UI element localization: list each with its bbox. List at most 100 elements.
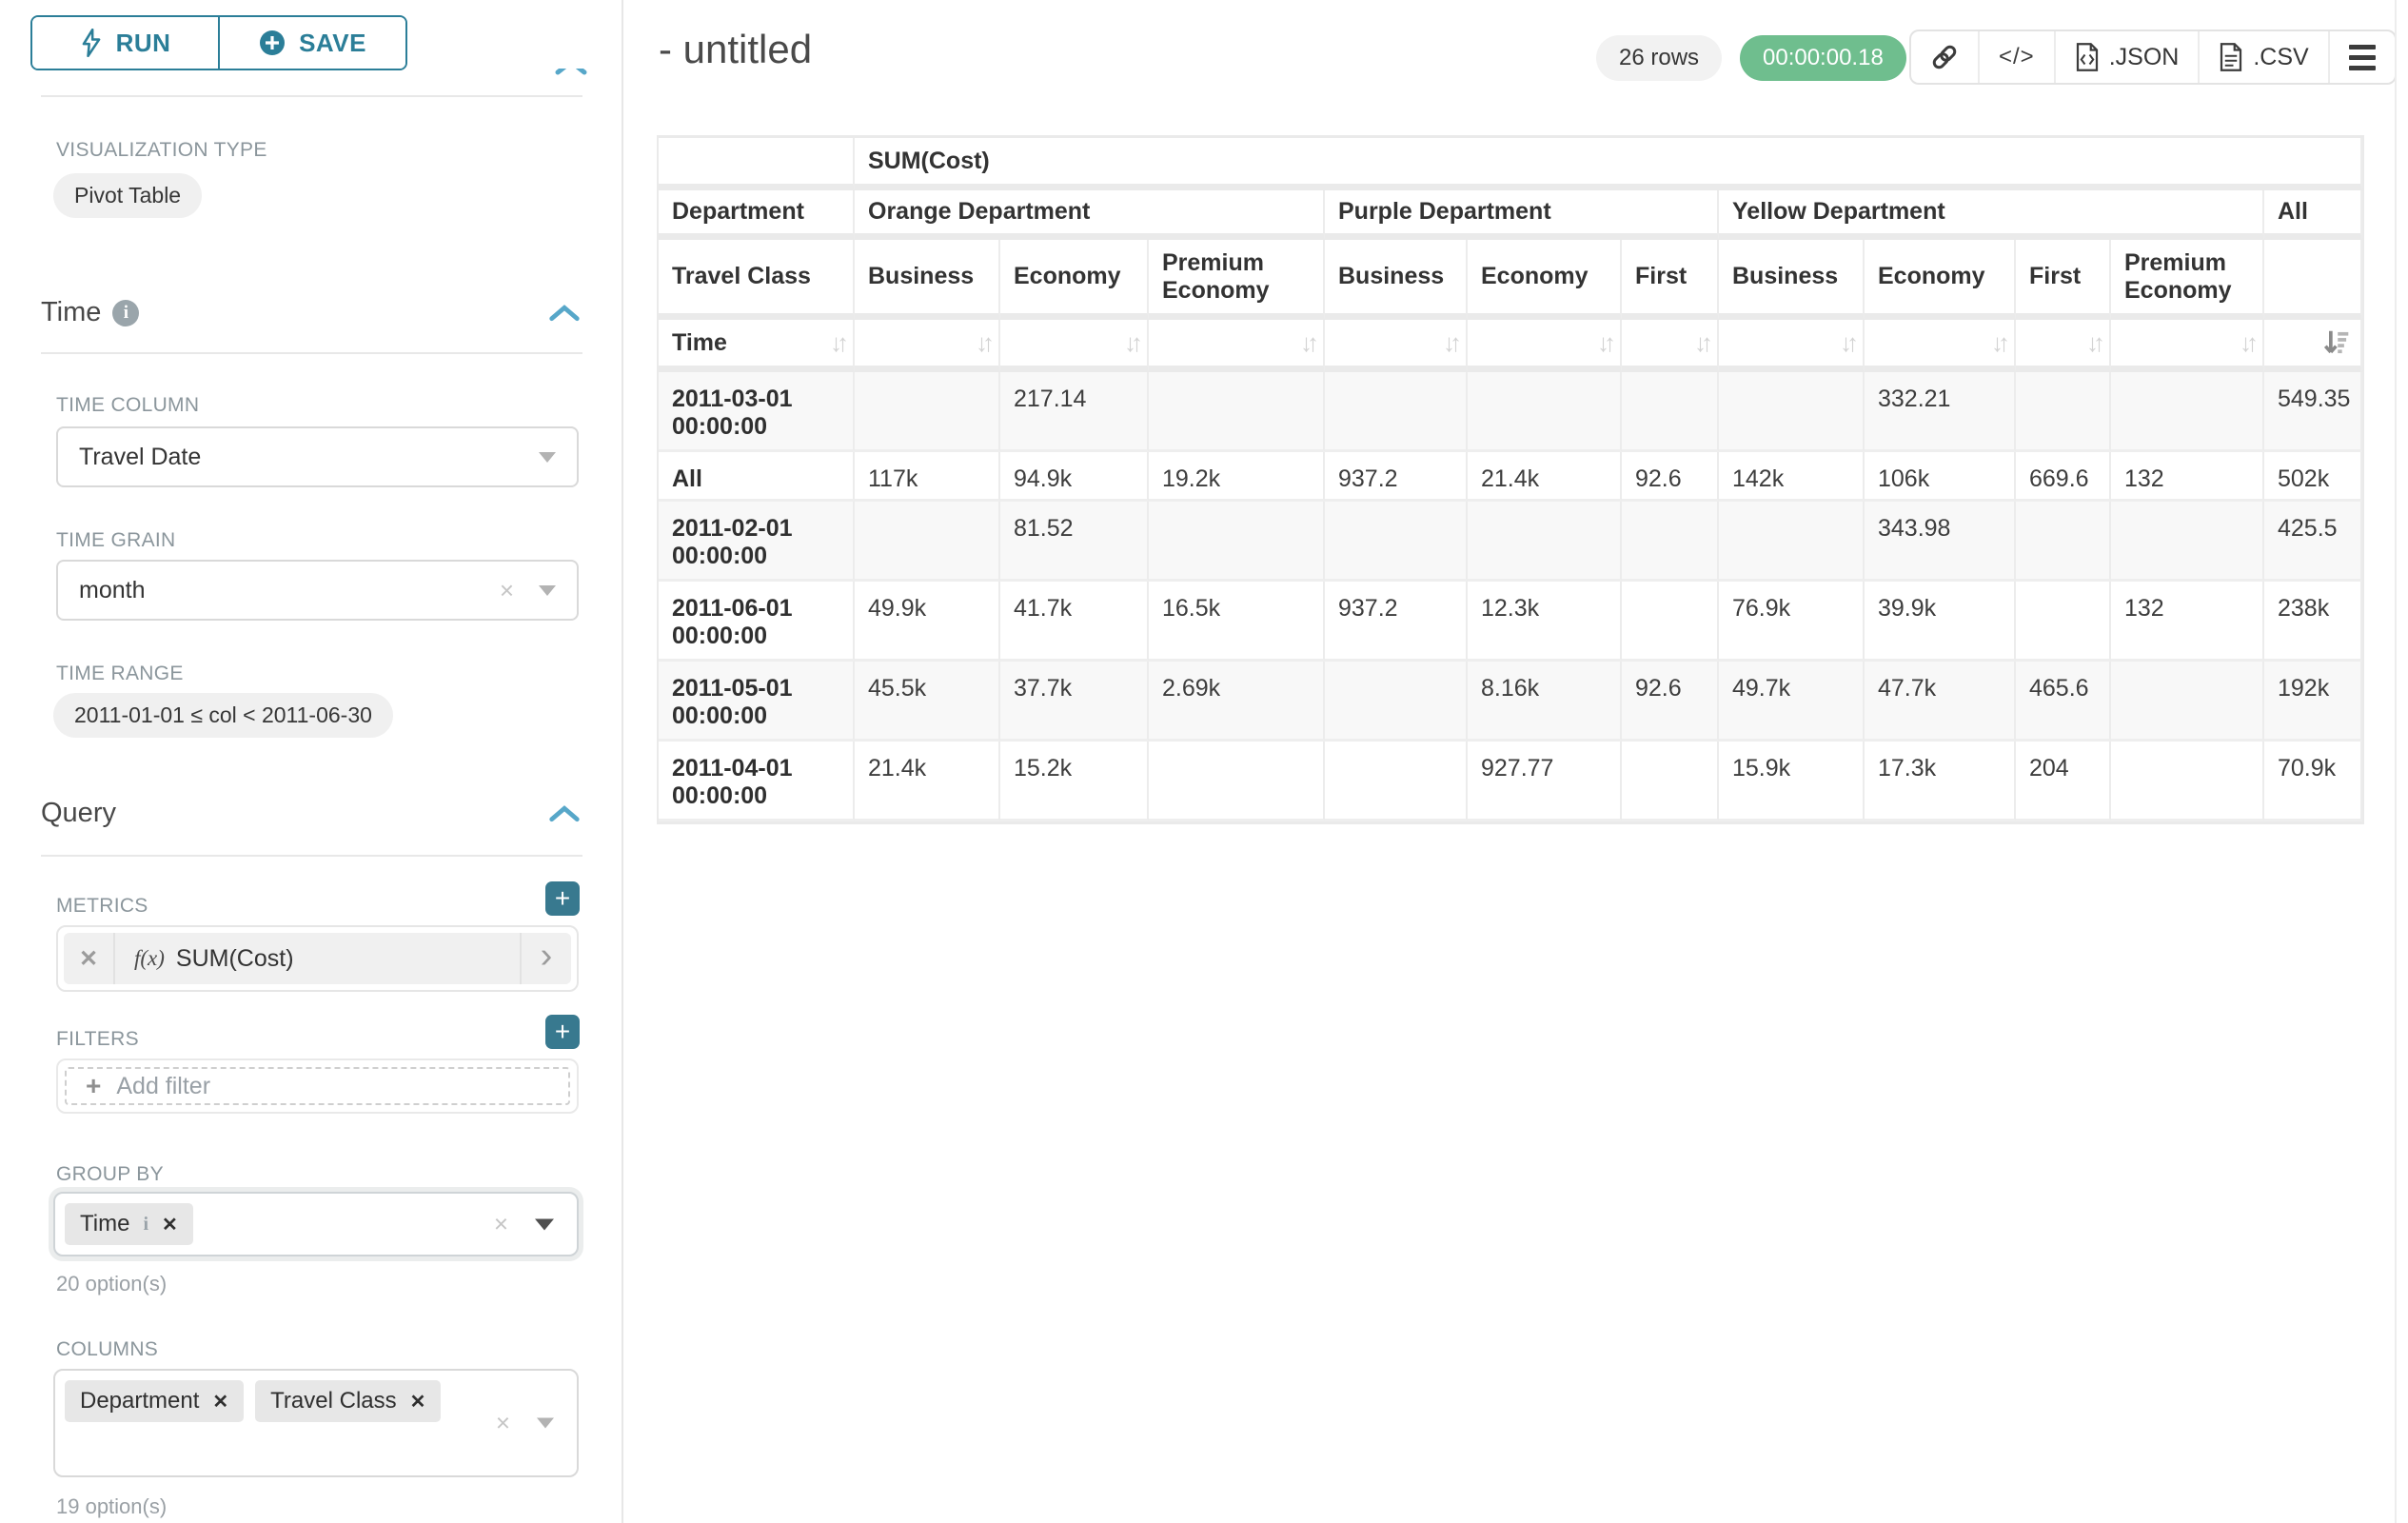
time-range-pill[interactable]: 2011-01-01 ≤ col < 2011-06-30 bbox=[53, 693, 393, 738]
sort-toggle-icon[interactable]: ↓↑ bbox=[2086, 328, 2100, 358]
sort-toggle-icon[interactable]: ↓↑ bbox=[1443, 328, 1456, 358]
pivot-cell: 92.6 bbox=[1622, 452, 1719, 502]
clear-icon[interactable]: × bbox=[494, 1210, 508, 1239]
pivot-cell bbox=[1719, 372, 1865, 452]
divider bbox=[41, 95, 582, 97]
control-panel-sidebar: Chart Type RUN SAVE VISUALIZATION TYPE P… bbox=[0, 0, 623, 1523]
pivot-cell bbox=[2111, 372, 2264, 452]
time-column-value: Travel Date bbox=[79, 444, 201, 471]
clear-icon[interactable]: × bbox=[496, 1409, 510, 1438]
chart-panel: - untitled 26 rows 00:00:00.18 </> bbox=[625, 0, 2408, 1523]
pivot-sort-cell: ↓↑ bbox=[1622, 320, 1719, 372]
sort-toggle-icon[interactable]: ↓↑ bbox=[2240, 328, 2253, 358]
time-column-select[interactable]: Travel Date bbox=[56, 426, 579, 487]
dimension-tag[interactable]: Travel Class✕ bbox=[255, 1380, 441, 1422]
share-link-button[interactable] bbox=[1911, 31, 1978, 83]
export-csv-button[interactable]: .CSV bbox=[2198, 31, 2327, 83]
add-filter-label: Add filter bbox=[116, 1073, 210, 1100]
columns-select[interactable]: Department✕Travel Class✕ × bbox=[53, 1369, 579, 1477]
pivot-cell: 94.9k bbox=[1000, 452, 1149, 502]
group-by-select[interactable]: Timei✕ × bbox=[53, 1192, 579, 1256]
sort-toggle-icon[interactable]: ↓↑ bbox=[830, 328, 843, 358]
pivot-cell: 49.7k bbox=[1719, 662, 1865, 742]
run-button[interactable]: RUN bbox=[32, 17, 218, 69]
pivot-cell bbox=[1622, 742, 1719, 821]
pivot-cell: 217.14 bbox=[1000, 372, 1149, 452]
pivot-cell: 39.9k bbox=[1865, 582, 2016, 662]
pivot-cell: 19.2k bbox=[1149, 452, 1325, 502]
export-csv-label: .CSV bbox=[2253, 44, 2308, 71]
chevron-up-icon bbox=[552, 69, 590, 78]
pivot-cell: 106k bbox=[1865, 452, 2016, 502]
more-menu-button[interactable] bbox=[2328, 31, 2395, 83]
expand-metric-icon[interactable]: › bbox=[520, 933, 571, 984]
pivot-cell bbox=[1622, 372, 1719, 452]
collapse-chevron-icon[interactable] bbox=[546, 303, 582, 324]
run-save-button-group: RUN SAVE bbox=[30, 15, 407, 70]
chevron-down-icon bbox=[539, 585, 556, 596]
pivot-class-header: Economy bbox=[1468, 240, 1622, 320]
add-filter-plus-button[interactable]: + bbox=[545, 1015, 580, 1049]
visualization-type-pill[interactable]: Pivot Table bbox=[53, 173, 202, 218]
pivot-class-header: Economy bbox=[1000, 240, 1149, 320]
remove-tag-icon[interactable]: ✕ bbox=[162, 1213, 178, 1236]
chart-title[interactable]: - untitled bbox=[659, 27, 812, 72]
export-json-button[interactable]: .JSON bbox=[2054, 31, 2199, 83]
pivot-cell: 192k bbox=[2264, 662, 2362, 742]
sort-toggle-icon[interactable]: ↓↑ bbox=[1694, 328, 1707, 358]
remove-tag-icon[interactable]: ✕ bbox=[212, 1390, 228, 1414]
pivot-class-header: Economy bbox=[1865, 240, 2016, 320]
pivot-cell: 927.77 bbox=[1468, 742, 1622, 821]
pivot-class-header: Business bbox=[1719, 240, 1865, 320]
metrics-label: METRICS bbox=[56, 895, 148, 918]
visualization-type-label: VISUALIZATION TYPE bbox=[56, 139, 267, 162]
pivot-sort-cell: ↓↑ bbox=[1468, 320, 1622, 372]
sort-toggle-icon[interactable]: ↓↑ bbox=[976, 328, 989, 358]
remove-tag-icon[interactable]: ✕ bbox=[410, 1390, 426, 1414]
add-filter-button[interactable]: + Add filter bbox=[65, 1067, 570, 1105]
pivot-cell: 502k bbox=[2264, 452, 2362, 502]
plus-icon: + bbox=[86, 1073, 101, 1099]
metric-pill[interactable]: ✕ f(x) SUM(Cost) › bbox=[64, 933, 571, 984]
pivot-cell bbox=[2016, 582, 2111, 662]
filters-label: FILTERS bbox=[56, 1028, 139, 1051]
pivot-cell bbox=[2111, 502, 2264, 582]
sort-toggle-icon[interactable]: ↓↑ bbox=[1597, 328, 1610, 358]
sort-toggle-icon[interactable]: ↓↑ bbox=[1124, 328, 1137, 358]
pivot-class-header: Premium Economy bbox=[1149, 240, 1325, 320]
pivot-cell bbox=[1622, 582, 1719, 662]
pivot-cell: 21.4k bbox=[1468, 452, 1622, 502]
pivot-cell: 70.9k bbox=[2264, 742, 2362, 821]
metric-container: ✕ f(x) SUM(Cost) › bbox=[56, 925, 579, 992]
chevron-down-icon bbox=[539, 452, 556, 463]
add-metric-button[interactable]: + bbox=[545, 881, 580, 916]
sort-descending-active-icon[interactable] bbox=[2322, 327, 2351, 358]
pivot-cell: 238k bbox=[2264, 582, 2362, 662]
info-icon: i bbox=[112, 300, 139, 326]
view-query-button[interactable]: </> bbox=[1978, 31, 2054, 83]
pivot-cell: 549.35 bbox=[2264, 372, 2362, 452]
pivot-cell: 92.6 bbox=[1622, 662, 1719, 742]
query-section-title: Query bbox=[41, 798, 116, 829]
code-icon: </> bbox=[1999, 44, 2035, 70]
clear-icon[interactable]: × bbox=[500, 576, 514, 605]
dimension-tag[interactable]: Department ✕ bbox=[65, 1380, 244, 1422]
pivot-class-header bbox=[2264, 240, 2362, 320]
save-button[interactable]: SAVE bbox=[218, 17, 405, 69]
pivot-cell: 47.7k bbox=[1865, 662, 2016, 742]
pivot-cell bbox=[2111, 742, 2264, 821]
remove-metric-icon[interactable]: ✕ bbox=[64, 933, 115, 984]
pivot-row-label: 2011-03-01 00:00:00 bbox=[659, 372, 855, 452]
sort-toggle-icon[interactable]: ↓↑ bbox=[1991, 328, 2004, 358]
sort-toggle-icon[interactable]: ↓↑ bbox=[1840, 328, 1853, 358]
pivot-row-label: 2011-04-01 00:00:00 bbox=[659, 742, 855, 821]
time-grain-select[interactable]: month × bbox=[56, 560, 579, 621]
collapse-chevron-icon[interactable] bbox=[546, 803, 582, 824]
pivot-cell: 937.2 bbox=[1325, 582, 1468, 662]
dimension-tag-label: Department bbox=[80, 1388, 199, 1414]
file-code-icon bbox=[2075, 43, 2100, 71]
pivot-class-header: Premium Economy bbox=[2111, 240, 2264, 320]
sort-toggle-icon[interactable]: ↓↑ bbox=[1300, 328, 1313, 358]
dimension-tag[interactable]: Timei✕ bbox=[65, 1203, 193, 1245]
scrollbar-track[interactable] bbox=[2395, 0, 2397, 1523]
